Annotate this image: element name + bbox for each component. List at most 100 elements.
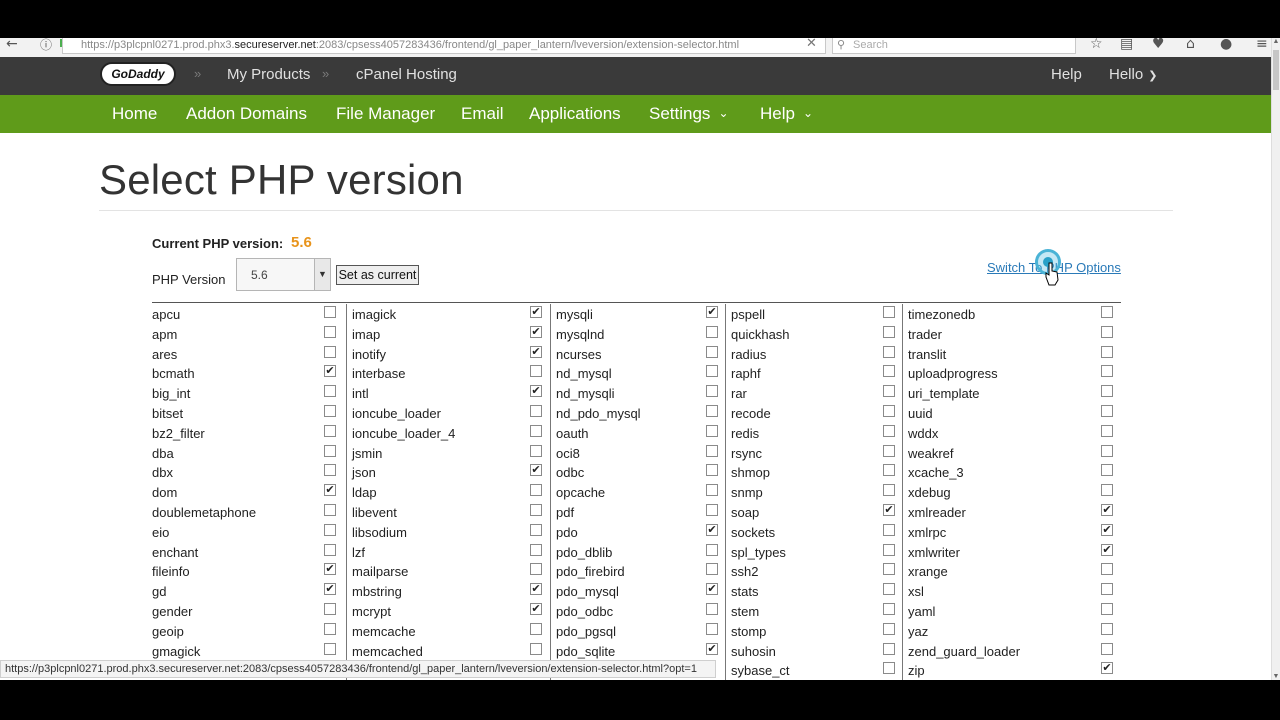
extension-checkbox-stem[interactable] (883, 603, 895, 615)
scroll-down-icon[interactable]: ▼ (1272, 673, 1280, 680)
extension-checkbox-suhosin[interactable] (883, 642, 895, 655)
home-icon[interactable]: ⌂ (1186, 38, 1195, 52)
extension-checkbox-pspell[interactable] (883, 306, 895, 318)
extension-checkbox-trader[interactable] (1101, 325, 1113, 338)
extension-checkbox-ioncube_loader_4[interactable] (530, 424, 542, 437)
extension-checkbox-pdo_pgsql[interactable] (706, 622, 718, 635)
extension-checkbox-xcache_3[interactable] (1101, 464, 1113, 477)
extension-checkbox-bcmath[interactable]: ✔ (324, 365, 336, 378)
extension-checkbox-doublemetaphone[interactable] (324, 504, 336, 516)
nav-addon-domains[interactable]: Addon Domains (186, 104, 307, 124)
extension-checkbox-rar[interactable] (883, 385, 895, 398)
extension-checkbox-enchant[interactable] (324, 543, 336, 556)
extension-checkbox-pdo[interactable]: ✔ (706, 523, 718, 536)
my-products-link[interactable]: My Products (227, 66, 310, 83)
cpanel-hosting-link[interactable]: cPanel Hosting (356, 66, 457, 83)
extension-checkbox-snmp[interactable] (883, 484, 895, 497)
nav-file-manager[interactable]: File Manager (336, 104, 435, 124)
extension-checkbox-eio[interactable] (324, 523, 336, 536)
hello-user-menu[interactable]: Hello ❯ (1109, 66, 1157, 83)
extension-checkbox-mbstring[interactable]: ✔ (530, 583, 542, 596)
extension-checkbox-zip[interactable]: ✔ (1101, 662, 1113, 675)
extension-checkbox-apcu[interactable] (324, 306, 336, 318)
help-link[interactable]: Help (1051, 66, 1082, 83)
extension-checkbox-recode[interactable] (883, 405, 895, 417)
extension-checkbox-redis[interactable] (883, 424, 895, 437)
extension-checkbox-intl[interactable]: ✔ (530, 385, 542, 398)
extension-checkbox-nd_mysql[interactable] (706, 365, 718, 378)
extension-checkbox-uuid[interactable] (1101, 405, 1113, 417)
extension-checkbox-imagick[interactable]: ✔ (530, 306, 542, 318)
extension-checkbox-opcache[interactable] (706, 484, 718, 497)
extension-checkbox-weakref[interactable] (1101, 444, 1113, 457)
nav-applications[interactable]: Applications (529, 104, 621, 124)
extension-checkbox-pdo_firebird[interactable] (706, 563, 718, 576)
extension-checkbox-sockets[interactable] (883, 523, 895, 536)
extension-checkbox-gmagick[interactable] (324, 642, 336, 655)
extension-checkbox-xrange[interactable] (1101, 563, 1113, 576)
extension-checkbox-lzf[interactable] (530, 543, 542, 556)
set-as-current-button[interactable]: Set as current (336, 265, 419, 285)
extension-checkbox-memcache[interactable] (530, 622, 542, 635)
extension-checkbox-mailparse[interactable] (530, 563, 542, 576)
extension-checkbox-inotify[interactable]: ✔ (530, 345, 542, 358)
extension-checkbox-xmlwriter[interactable]: ✔ (1101, 543, 1113, 556)
extension-checkbox-mysqlnd[interactable] (706, 325, 718, 338)
extension-checkbox-soap[interactable]: ✔ (883, 504, 895, 516)
extension-checkbox-stomp[interactable] (883, 622, 895, 635)
extension-checkbox-wddx[interactable] (1101, 424, 1113, 437)
page-scrollbar[interactable]: ▲ ▼ (1271, 38, 1280, 680)
nav-home[interactable]: Home (112, 104, 157, 124)
extension-checkbox-stats[interactable] (883, 583, 895, 596)
extension-checkbox-gender[interactable] (324, 603, 336, 615)
extension-checkbox-shmop[interactable] (883, 464, 895, 477)
reading-list-icon[interactable]: ▤ (1120, 38, 1133, 52)
extension-checkbox-ncurses[interactable] (706, 345, 718, 358)
extension-checkbox-xdebug[interactable] (1101, 484, 1113, 497)
extension-checkbox-bitset[interactable] (324, 405, 336, 417)
extension-checkbox-ssh2[interactable] (883, 563, 895, 576)
extension-checkbox-fileinfo[interactable]: ✔ (324, 563, 336, 576)
extension-checkbox-imap[interactable]: ✔ (530, 325, 542, 338)
sync-icon[interactable]: ● (1220, 38, 1232, 52)
extension-checkbox-bz2_filter[interactable] (324, 424, 336, 437)
scroll-up-icon[interactable]: ▲ (1272, 38, 1280, 45)
extension-checkbox-mcrypt[interactable]: ✔ (530, 603, 542, 615)
extension-checkbox-pdo_sqlite[interactable]: ✔ (706, 642, 718, 655)
php-version-select[interactable]: 5.6 ▼ (236, 258, 331, 291)
extension-checkbox-geoip[interactable] (324, 622, 336, 635)
extension-checkbox-uri_template[interactable] (1101, 385, 1113, 398)
extension-checkbox-libevent[interactable] (530, 504, 542, 516)
back-arrow-icon[interactable]: ← (6, 38, 18, 52)
extension-checkbox-xmlrpc[interactable]: ✔ (1101, 523, 1113, 536)
extension-checkbox-apm[interactable] (324, 325, 336, 338)
extension-checkbox-memcached[interactable] (530, 642, 542, 655)
extension-checkbox-dba[interactable] (324, 444, 336, 457)
extension-checkbox-nd_mysqli[interactable] (706, 385, 718, 398)
extension-checkbox-gd[interactable]: ✔ (324, 583, 336, 596)
extension-checkbox-yaz[interactable] (1101, 622, 1113, 635)
extension-checkbox-ioncube_loader[interactable] (530, 405, 542, 417)
extension-checkbox-rsync[interactable] (883, 444, 895, 457)
extension-checkbox-sybase_ct[interactable] (883, 662, 895, 675)
extension-checkbox-raphf[interactable] (883, 365, 895, 378)
extension-checkbox-pdo_mysql[interactable]: ✔ (706, 583, 718, 596)
extension-checkbox-zend_guard_loader[interactable] (1101, 642, 1113, 655)
extension-checkbox-mysqli[interactable]: ✔ (706, 306, 718, 318)
extension-checkbox-odbc[interactable] (706, 464, 718, 477)
close-icon[interactable]: ✕ (806, 38, 817, 51)
extension-checkbox-pdf[interactable] (706, 504, 718, 516)
extension-checkbox-big_int[interactable] (324, 385, 336, 398)
nav-help[interactable]: Help ⌄ (760, 104, 813, 124)
extension-checkbox-quickhash[interactable] (883, 325, 895, 338)
godaddy-logo[interactable]: GoDaddy (100, 62, 176, 86)
browser-search-input[interactable]: ⚲ Search (832, 38, 1076, 54)
extension-checkbox-nd_pdo_mysql[interactable] (706, 405, 718, 417)
extension-checkbox-xsl[interactable] (1101, 583, 1113, 596)
nav-email[interactable]: Email (461, 104, 504, 124)
extension-checkbox-ldap[interactable] (530, 484, 542, 497)
extension-checkbox-ares[interactable] (324, 345, 336, 358)
pocket-icon[interactable]: ♥ (1152, 38, 1165, 52)
extension-checkbox-xmlreader[interactable]: ✔ (1101, 504, 1113, 516)
extension-checkbox-interbase[interactable] (530, 365, 542, 378)
